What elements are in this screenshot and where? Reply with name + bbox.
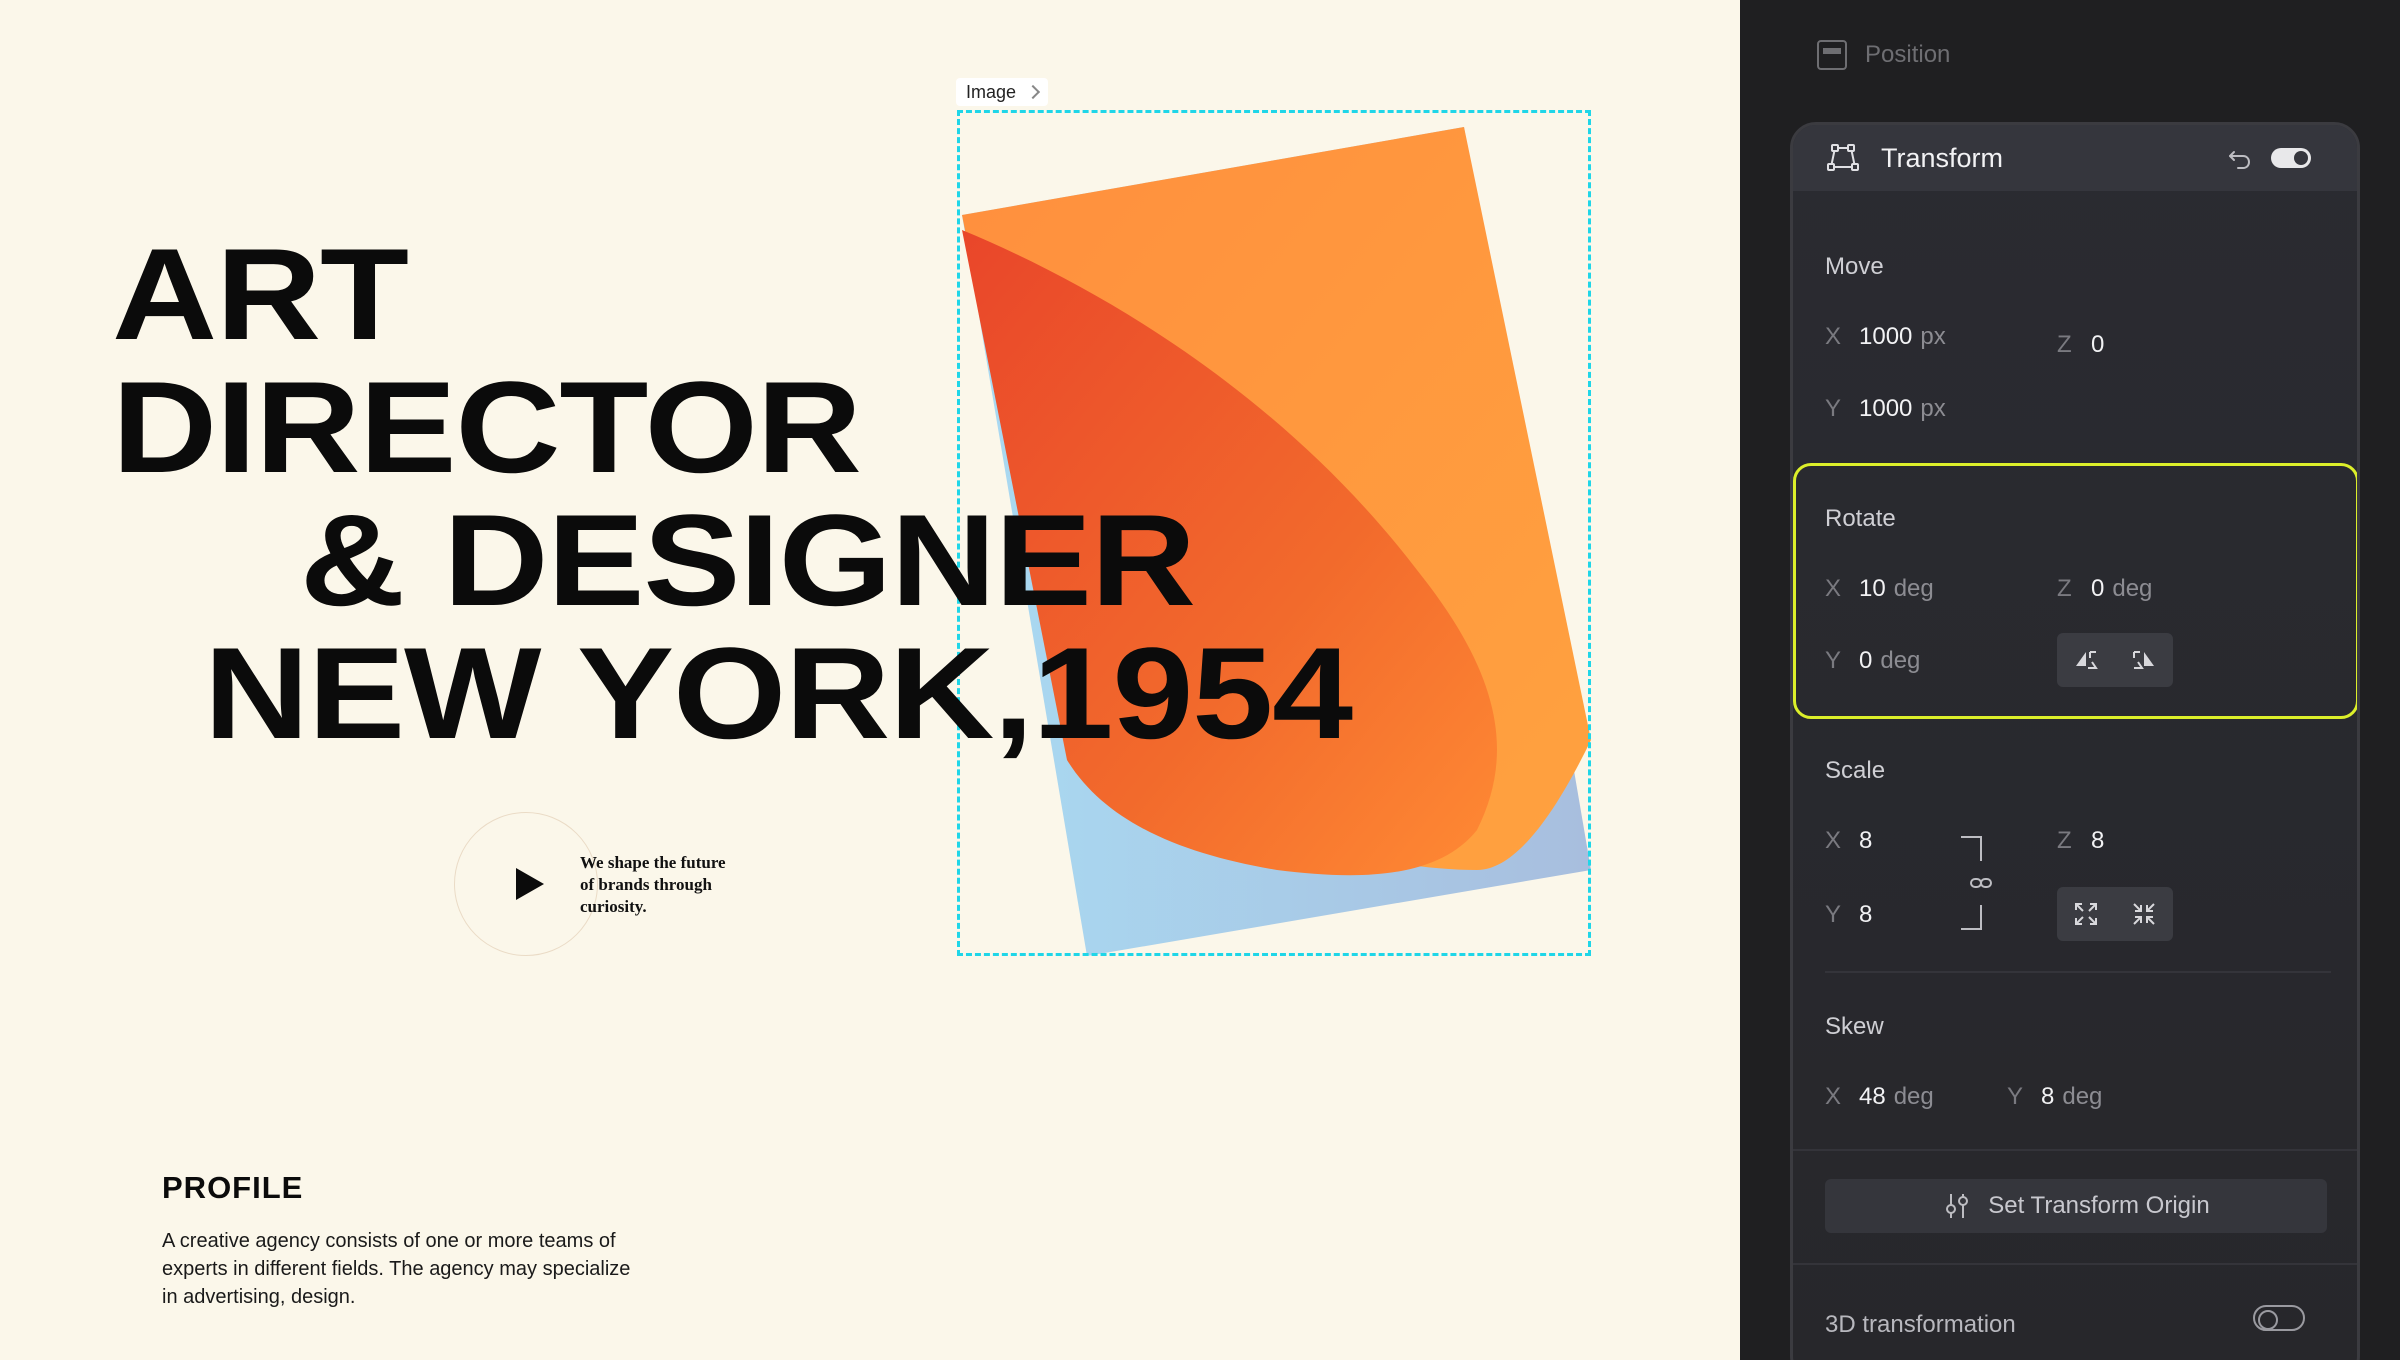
skew-title: Skew	[1825, 1013, 1884, 1040]
move-z-value: 0	[2091, 331, 2105, 358]
rotate-x-label: X	[1825, 575, 1842, 602]
tagline-line: of brands through	[580, 875, 712, 894]
position-icon	[1817, 40, 1847, 70]
section-divider	[1793, 1149, 2357, 1151]
scale-z-label: Z	[2057, 827, 2072, 854]
rotate-z-unit: deg	[2112, 575, 2153, 602]
image-layer-label: Image	[966, 81, 1017, 102]
headline-line: & DESIGNER	[300, 487, 1196, 633]
chevron-right-icon	[1025, 84, 1041, 100]
move-x-label: X	[1825, 323, 1842, 350]
profile-body-line: in advertising, design.	[162, 1286, 356, 1308]
transform-toggle[interactable]	[2271, 148, 2311, 168]
expand-button[interactable]	[2057, 887, 2115, 941]
headline-line: ART	[112, 221, 409, 367]
section-divider	[1825, 971, 2331, 973]
headline-line: NEW YORK,1954	[204, 620, 1353, 766]
rotate-title: Rotate	[1825, 505, 1896, 532]
expand-icon	[2075, 903, 2097, 925]
flip-buttons	[2057, 633, 2173, 687]
rotate-y-label: Y	[1825, 647, 1842, 674]
tagline-line: We shape the future	[580, 853, 726, 872]
skew-x-field[interactable]: 48 deg	[1859, 1083, 1934, 1111]
skew-x-label: X	[1825, 1083, 1842, 1110]
play-icon	[516, 868, 544, 900]
move-z-field[interactable]: 0	[2091, 331, 2104, 359]
profile-body-line: experts in different fields. The agency …	[162, 1258, 631, 1280]
tagline-line: curiosity.	[580, 897, 647, 916]
flip-horizontal-icon	[2076, 651, 2098, 669]
flip-vertical-icon	[2133, 651, 2154, 669]
move-title: Move	[1825, 253, 1884, 280]
position-section-header[interactable]: Position	[1817, 40, 1950, 70]
move-y-value: 1000	[1859, 395, 1913, 422]
sliders-icon	[1946, 1194, 1969, 1218]
position-label: Position	[1865, 41, 1951, 68]
scale-y-label: Y	[1825, 901, 1842, 928]
scale-link-icon[interactable]	[1953, 831, 1993, 935]
profile-body: A creative agency consists of one or mor…	[162, 1227, 722, 1311]
image-layer-tag[interactable]: Image	[956, 78, 1049, 106]
transform-icon	[1827, 144, 1859, 171]
move-y-label: Y	[1825, 395, 1842, 422]
flip-vertical-button[interactable]	[2115, 633, 2173, 687]
hero-headline: ART DIRECTOR & DESIGNER NEW YORK,1954	[112, 228, 1353, 760]
section-divider	[1793, 1263, 2357, 1265]
rotate-x-value: 10	[1859, 575, 1886, 602]
scale-y-value: 8	[1859, 901, 1873, 928]
3d-transformation-label: 3D transformation	[1825, 1311, 2016, 1338]
skew-y-label: Y	[2007, 1083, 2024, 1110]
rotate-z-label: Z	[2057, 575, 2072, 602]
transform-title: Transform	[1881, 143, 2004, 173]
3d-transformation-toggle[interactable]	[2253, 1305, 2305, 1331]
scale-buttons	[2057, 887, 2173, 941]
move-x-field[interactable]: 1000 px	[1859, 323, 1946, 351]
scale-x-value: 8	[1859, 827, 1873, 854]
rotate-y-unit: deg	[1880, 647, 1921, 674]
tagline: We shape the future of brands through cu…	[580, 852, 780, 918]
move-y-unit: px	[1920, 395, 1946, 422]
scale-x-field[interactable]: 8	[1859, 827, 1872, 855]
set-transform-origin-label: Set Transform Origin	[1988, 1192, 2210, 1219]
transform-card: Transform Move X 1000 px Z 0 Y 1000 px Rot…	[1790, 122, 2360, 1360]
rotate-x-field[interactable]: 10 deg	[1859, 575, 1934, 603]
scale-x-label: X	[1825, 827, 1842, 854]
flip-horizontal-button[interactable]	[2057, 633, 2115, 687]
design-canvas[interactable]: Image ART DIRECTOR & DESIGNER NEW YORK,1…	[0, 0, 1740, 1360]
move-y-field[interactable]: 1000 px	[1859, 395, 1946, 423]
profile-title: PROFILE	[162, 1170, 304, 1205]
undo-icon[interactable]	[2225, 143, 2255, 173]
rotate-x-unit: deg	[1893, 575, 1934, 602]
skew-x-unit: deg	[1893, 1083, 1934, 1110]
move-x-unit: px	[1920, 323, 1946, 350]
shrink-icon	[2133, 903, 2155, 925]
transform-header: Transform	[1793, 125, 2357, 191]
rotate-z-field[interactable]: 0 deg	[2091, 575, 2152, 603]
scale-y-field[interactable]: 8	[1859, 901, 1872, 929]
skew-y-value: 8	[2041, 1083, 2055, 1110]
rotate-y-field[interactable]: 0 deg	[1859, 647, 1920, 675]
skew-x-value: 48	[1859, 1083, 1886, 1110]
scale-z-value: 8	[2091, 827, 2105, 854]
move-x-value: 1000	[1859, 323, 1913, 350]
rotate-z-value: 0	[2091, 575, 2105, 602]
play-button[interactable]	[454, 812, 598, 956]
scale-z-field[interactable]: 8	[2091, 827, 2104, 855]
shrink-button[interactable]	[2115, 887, 2173, 941]
skew-y-unit: deg	[2062, 1083, 2103, 1110]
properties-panel: Position Transform Move X 1000 px Z 0 Y 1…	[1740, 0, 2400, 1360]
profile-body-line: A creative agency consists of one or mor…	[162, 1230, 616, 1252]
rotate-y-value: 0	[1859, 647, 1873, 674]
set-transform-origin-button[interactable]: Set Transform Origin	[1825, 1179, 2327, 1233]
headline-line: DIRECTOR	[112, 354, 862, 500]
move-z-label: Z	[2057, 331, 2072, 358]
scale-title: Scale	[1825, 757, 1886, 784]
skew-y-field[interactable]: 8 deg	[2041, 1083, 2102, 1111]
